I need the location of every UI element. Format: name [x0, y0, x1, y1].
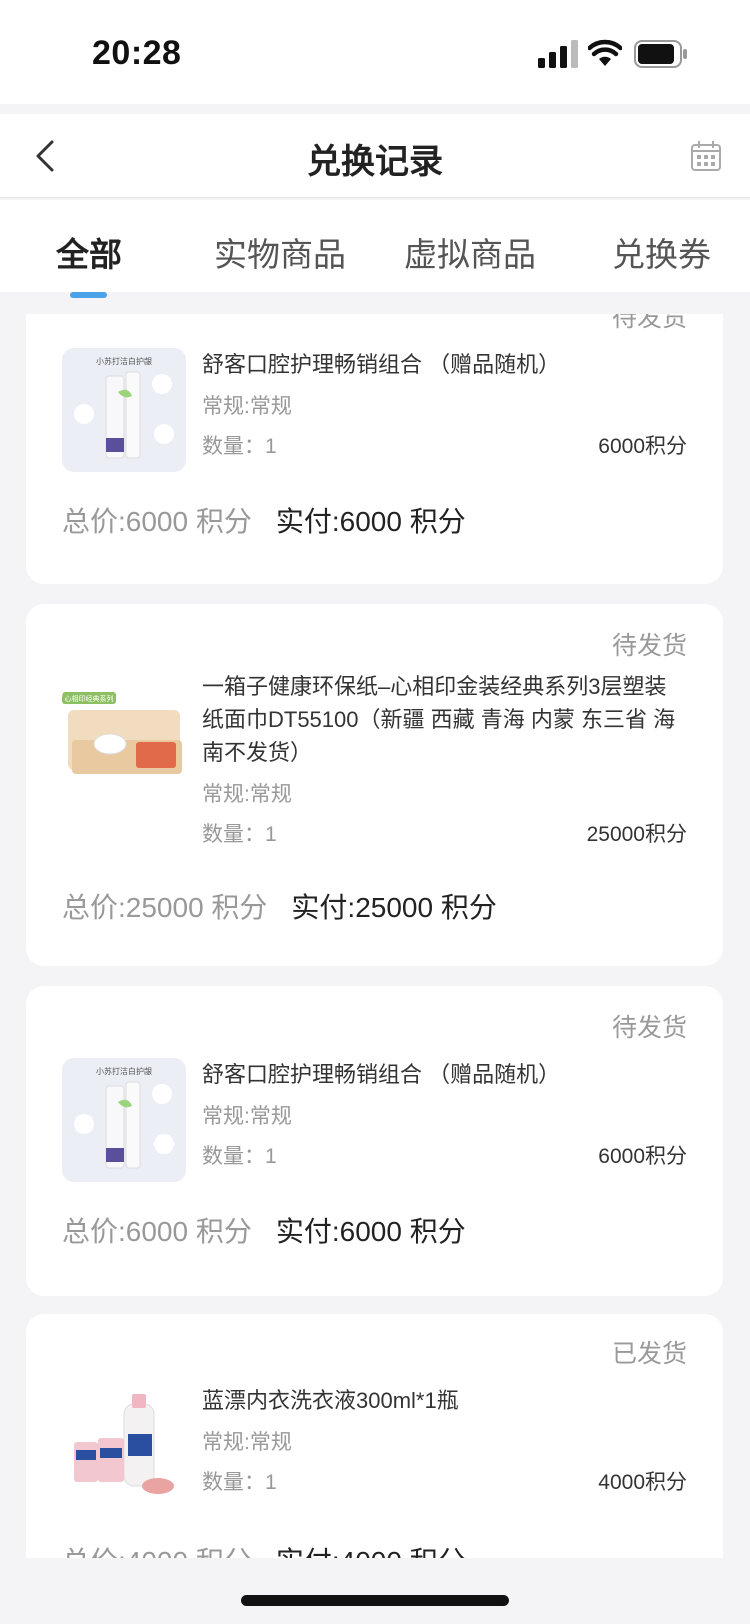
order-status: 待发货	[611, 632, 687, 660]
product-price: 4000积分	[598, 1471, 687, 1494]
bottom-safe-area	[0, 1558, 750, 1624]
order-status: 待发货	[611, 314, 687, 332]
order-card[interactable]: 待发货 小苏打洁白护龈 舒客口腔护理畅销组合 （赠品随机） 常规:常规 数量：1…	[26, 314, 723, 584]
svg-text:小苏打洁白护龈: 小苏打洁白护龈	[96, 356, 152, 366]
order-totals: 总价:25000 积分 实付:25000 积分	[62, 886, 497, 926]
page-title: 兑换记录	[307, 143, 443, 181]
order-list[interactable]: 待发货 小苏打洁白护龈 舒客口腔护理畅销组合 （赠品随机） 常规:常规 数量：1…	[0, 314, 750, 1558]
product-spec: 常规:常规	[202, 783, 292, 806]
detergent-product-image	[62, 1386, 186, 1510]
product-qty: 数量：1	[202, 823, 277, 846]
product-price: 6000积分	[598, 435, 687, 458]
order-totals: 总价:6000 积分 实付:6000 积分	[62, 1210, 466, 1250]
order-card[interactable]: 已发货 蓝漂内衣洗衣液300ml*1瓶 常规:常规 数量：1 4000积分 总价…	[26, 1314, 723, 1558]
toothpaste-product-image: 小苏打洁白护龈	[62, 1058, 186, 1182]
product-name: 舒客口腔护理畅销组合 （赠品随机）	[202, 352, 561, 377]
wifi-icon	[588, 39, 622, 66]
status-bar: 20:28	[0, 0, 750, 104]
active-tab-indicator	[70, 292, 107, 298]
status-time: 20:28	[92, 34, 182, 72]
order-status: 已发货	[611, 1340, 687, 1368]
tissue-product-image: 心相印经典系列	[62, 686, 186, 810]
nav-bar: 兑换记录	[0, 114, 750, 198]
order-paid: 实付:4000 积分	[276, 1546, 466, 1558]
order-paid: 实付:25000 积分	[291, 892, 497, 923]
order-status: 待发货	[611, 1014, 687, 1042]
product-price: 6000积分	[598, 1145, 687, 1168]
tab-vouchers[interactable]: 兑换券	[612, 228, 711, 276]
order-paid: 实付:6000 积分	[275, 1216, 466, 1247]
cellular-signal-icon	[538, 40, 578, 68]
toothpaste-product-image: 小苏打洁白护龈	[62, 348, 186, 472]
order-card[interactable]: 待发货 小苏打洁白护龈 舒客口腔护理畅销组合 （赠品随机） 常规:常规 数量：1…	[26, 986, 723, 1296]
svg-text:心相印经典系列: 心相印经典系列	[65, 694, 114, 703]
order-paid: 实付:6000 积分	[275, 506, 466, 537]
product-qty: 数量：1	[202, 1471, 277, 1494]
product-qty: 数量：1	[202, 1145, 277, 1168]
tab-all[interactable]: 全部	[56, 228, 122, 276]
tab-bar: 全部 实物商品 虚拟商品 兑换券	[0, 200, 750, 298]
product-qty: 数量：1	[202, 435, 277, 458]
tab-virtual-goods[interactable]: 虚拟商品	[404, 228, 536, 276]
product-price: 25000积分	[586, 823, 687, 846]
product-spec: 常规:常规	[202, 1105, 292, 1128]
order-card[interactable]: 待发货 心相印经典系列 一箱子健康环保纸–心相印金装经典系列3层塑装纸面巾DT5…	[26, 604, 723, 966]
order-totals: 总价:4000 积分 实付:4000 积分	[62, 1540, 466, 1558]
battery-icon	[634, 40, 687, 68]
order-total: 总价:6000 积分	[62, 506, 252, 537]
calendar-icon[interactable]	[690, 140, 722, 172]
product-spec: 常规:常规	[202, 1431, 292, 1454]
tab-physical-goods[interactable]: 实物商品	[214, 228, 346, 276]
product-name: 蓝漂内衣洗衣液300ml*1瓶	[202, 1388, 459, 1413]
order-total: 总价:6000 积分	[62, 1216, 252, 1247]
order-total: 总价:4000 积分	[62, 1546, 252, 1558]
product-spec: 常规:常规	[202, 395, 292, 418]
svg-text:小苏打洁白护龈: 小苏打洁白护龈	[96, 1066, 152, 1076]
product-name: 舒客口腔护理畅销组合 （赠品随机）	[202, 1062, 561, 1087]
home-indicator[interactable]	[241, 1595, 509, 1606]
product-name: 一箱子健康环保纸–心相印金装经典系列3层塑装纸面巾DT55100（新疆 西藏 青…	[202, 674, 676, 765]
order-total: 总价:25000 积分	[62, 892, 268, 923]
order-totals: 总价:6000 积分 实付:6000 积分	[62, 500, 466, 540]
